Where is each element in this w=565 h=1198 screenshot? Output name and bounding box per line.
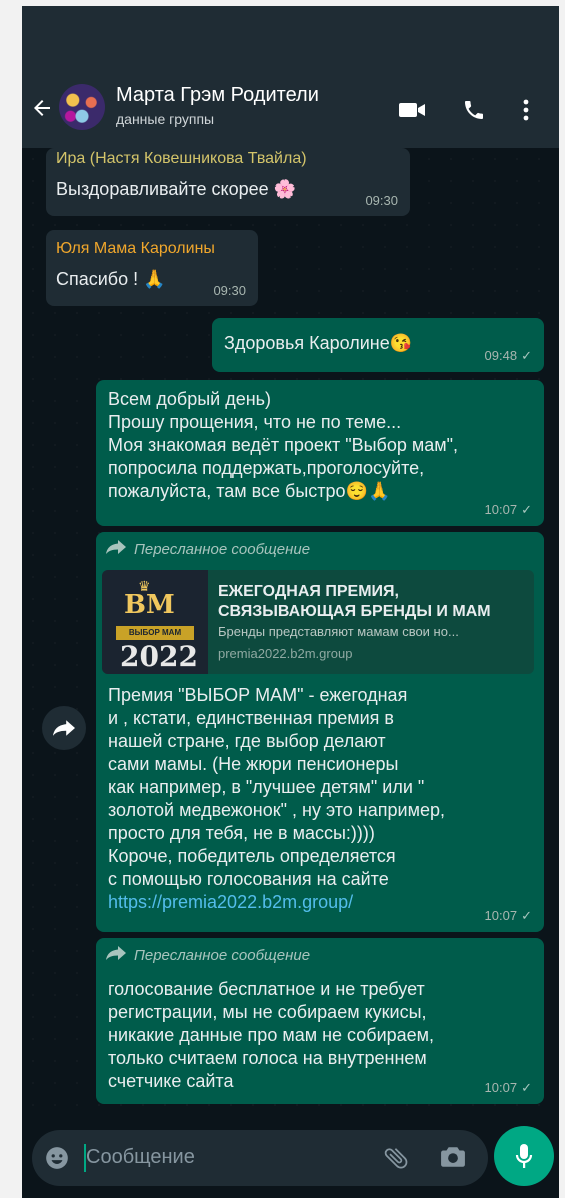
forward-button[interactable] bbox=[42, 706, 86, 750]
message-incoming[interactable]: Ира (Настя Ковешникова Твайла) Выздоравл… bbox=[46, 148, 410, 216]
chat-title[interactable]: Марта Грэм Родители bbox=[116, 84, 319, 107]
forwarded-arrow-icon bbox=[106, 946, 126, 964]
message-time: 10:07 bbox=[484, 1080, 518, 1095]
message-time: 09:48 bbox=[484, 348, 518, 363]
more-vertical-icon[interactable] bbox=[522, 98, 530, 127]
message-sender: Юля Мама Каролины bbox=[56, 240, 215, 257]
message-link[interactable]: https://premia2022.b2m.group/ bbox=[108, 891, 353, 914]
composer-bar: Сообщение bbox=[22, 1122, 559, 1198]
message-time: 10:07 bbox=[484, 908, 518, 923]
preview-year: 2022 bbox=[120, 640, 198, 673]
sent-check-icon: ✓ bbox=[521, 1080, 532, 1095]
attach-icon[interactable] bbox=[382, 1144, 410, 1177]
forwarded-label-text: Пересланное сообщение bbox=[134, 946, 311, 964]
message-incoming[interactable]: Юля Мама Каролины Спасибо ! 🙏 09:30 bbox=[46, 230, 258, 306]
message-text: Всем добрый день) Прошу прощения, что не… bbox=[108, 389, 459, 501]
mic-icon bbox=[515, 1144, 533, 1168]
sent-check-icon: ✓ bbox=[521, 502, 532, 517]
message-text: Здоровья Каролине😘 bbox=[224, 333, 413, 353]
link-preview-card[interactable]: ♛ BM ВЫБОР МАМ 2022 ЕЖЕГОДНАЯ ПРЕМИЯ, СВ… bbox=[102, 570, 534, 674]
phone-icon[interactable] bbox=[462, 98, 486, 127]
emoji-icon[interactable] bbox=[44, 1145, 70, 1176]
forward-icon bbox=[53, 720, 75, 736]
message-meta: 10:07 ✓ bbox=[485, 1080, 532, 1096]
forwarded-label-text: Пересланное сообщение bbox=[134, 540, 311, 558]
link-preview-image: ♛ BM ВЫБОР МАМ 2022 bbox=[102, 570, 208, 674]
forwarded-label: Пересланное сообщение bbox=[106, 946, 310, 964]
message-outgoing[interactable]: Всем добрый день) Прошу прощения, что не… bbox=[96, 380, 544, 526]
forwarded-label: Пересланное сообщение bbox=[106, 540, 310, 558]
message-list[interactable]: Ира (Настя Ковешникова Твайла) Выздоравл… bbox=[22, 148, 559, 1122]
message-meta: 10:07 ✓ bbox=[485, 908, 532, 924]
message-text: голосование бесплатное и не требует реги… bbox=[108, 979, 435, 1091]
link-preview-description: Бренды представляют мамам свои но... bbox=[218, 624, 459, 639]
status-bar bbox=[22, 6, 559, 78]
message-meta: 10:07 ✓ bbox=[485, 502, 532, 518]
message-text: Премия "ВЫБОР МАМ" - ежегодная и , кстат… bbox=[108, 685, 445, 889]
message-time: 10:07 bbox=[484, 502, 518, 517]
message-time: 09:30 bbox=[213, 283, 246, 298]
message-sender: Ира (Настя Ковешникова Твайла) bbox=[56, 150, 307, 167]
message-input[interactable]: Сообщение bbox=[32, 1130, 488, 1186]
camera-icon[interactable] bbox=[440, 1145, 466, 1174]
chat-header[interactable]: Марта Грэм Родители данные группы bbox=[22, 78, 559, 148]
video-call-icon[interactable] bbox=[398, 100, 426, 125]
preview-ribbon: ВЫБОР МАМ bbox=[116, 626, 194, 640]
group-avatar[interactable] bbox=[59, 84, 105, 130]
message-meta: 09:48 ✓ bbox=[485, 348, 532, 364]
back-arrow-icon[interactable] bbox=[30, 96, 54, 125]
forwarded-arrow-icon bbox=[106, 540, 126, 558]
message-outgoing-forwarded[interactable]: Пересланное сообщение голосование беспла… bbox=[96, 938, 544, 1104]
preview-logo: BM bbox=[124, 590, 175, 620]
link-preview-title: ЕЖЕГОДНАЯ ПРЕМИЯ, СВЯЗЫВАЮЩАЯ БРЕНДЫ И М… bbox=[218, 583, 491, 620]
sent-check-icon: ✓ bbox=[521, 348, 532, 363]
message-outgoing-forwarded[interactable]: Пересланное сообщение ♛ BM ВЫБОР МАМ 202… bbox=[96, 532, 544, 932]
message-text: Выздоравливайте скорее 🌸 bbox=[56, 179, 297, 199]
message-time: 09:30 bbox=[365, 193, 398, 208]
sent-check-icon: ✓ bbox=[521, 908, 532, 923]
message-text: Спасибо ! 🙏 bbox=[56, 269, 166, 289]
mic-button[interactable] bbox=[494, 1126, 554, 1186]
phone-screen: Марта Грэм Родители данные группы Ира (Н… bbox=[22, 6, 559, 1198]
message-outgoing[interactable]: Здоровья Каролине😘 09:48 ✓ bbox=[212, 318, 544, 372]
link-preview-domain: premia2022.b2m.group bbox=[218, 646, 353, 661]
chat-subtitle[interactable]: данные группы bbox=[116, 111, 214, 127]
message-placeholder: Сообщение bbox=[86, 1146, 195, 1168]
